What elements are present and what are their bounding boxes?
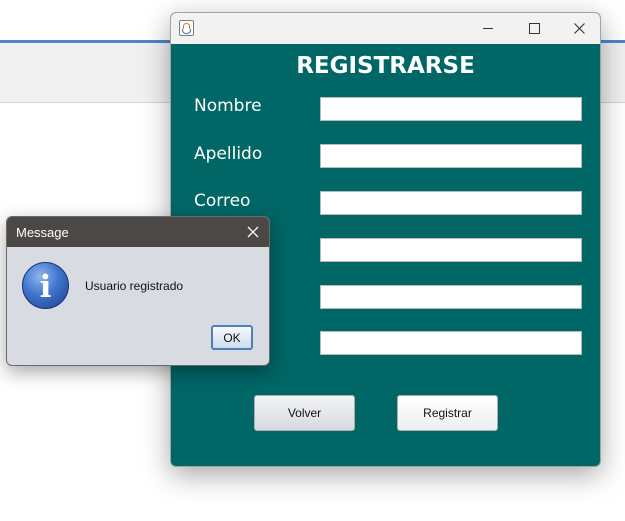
field-6-input[interactable]: [320, 331, 582, 355]
close-button[interactable]: [557, 13, 600, 44]
dialog-close-button[interactable]: [246, 225, 260, 239]
ok-button[interactable]: OK: [211, 325, 253, 350]
apellido-label: Apellido: [194, 144, 263, 164]
form-title: REGISTRARSE: [296, 53, 475, 79]
dialog-message: Usuario registrado: [85, 279, 184, 293]
field-4-input[interactable]: [320, 238, 582, 262]
close-icon: [574, 23, 585, 34]
correo-label: Correo: [194, 191, 251, 211]
correo-input[interactable]: [320, 191, 582, 215]
java-icon: [179, 20, 194, 36]
minimize-button[interactable]: [465, 13, 511, 44]
nombre-label: Nombre: [194, 96, 262, 116]
maximize-button[interactable]: [511, 13, 557, 44]
apellido-input[interactable]: [320, 144, 582, 168]
field-5-input[interactable]: [320, 285, 582, 309]
volver-button[interactable]: Volver: [254, 395, 355, 431]
info-icon: i: [22, 262, 69, 309]
close-icon: [247, 226, 259, 238]
dialog-titlebar[interactable]: Message: [7, 217, 269, 247]
registrar-button[interactable]: Registrar: [397, 395, 498, 431]
message-dialog: Message i Usuario registrado OK: [6, 216, 270, 366]
window-titlebar[interactable]: [171, 13, 600, 44]
dialog-title: Message: [16, 225, 69, 240]
nombre-input[interactable]: [320, 97, 582, 121]
